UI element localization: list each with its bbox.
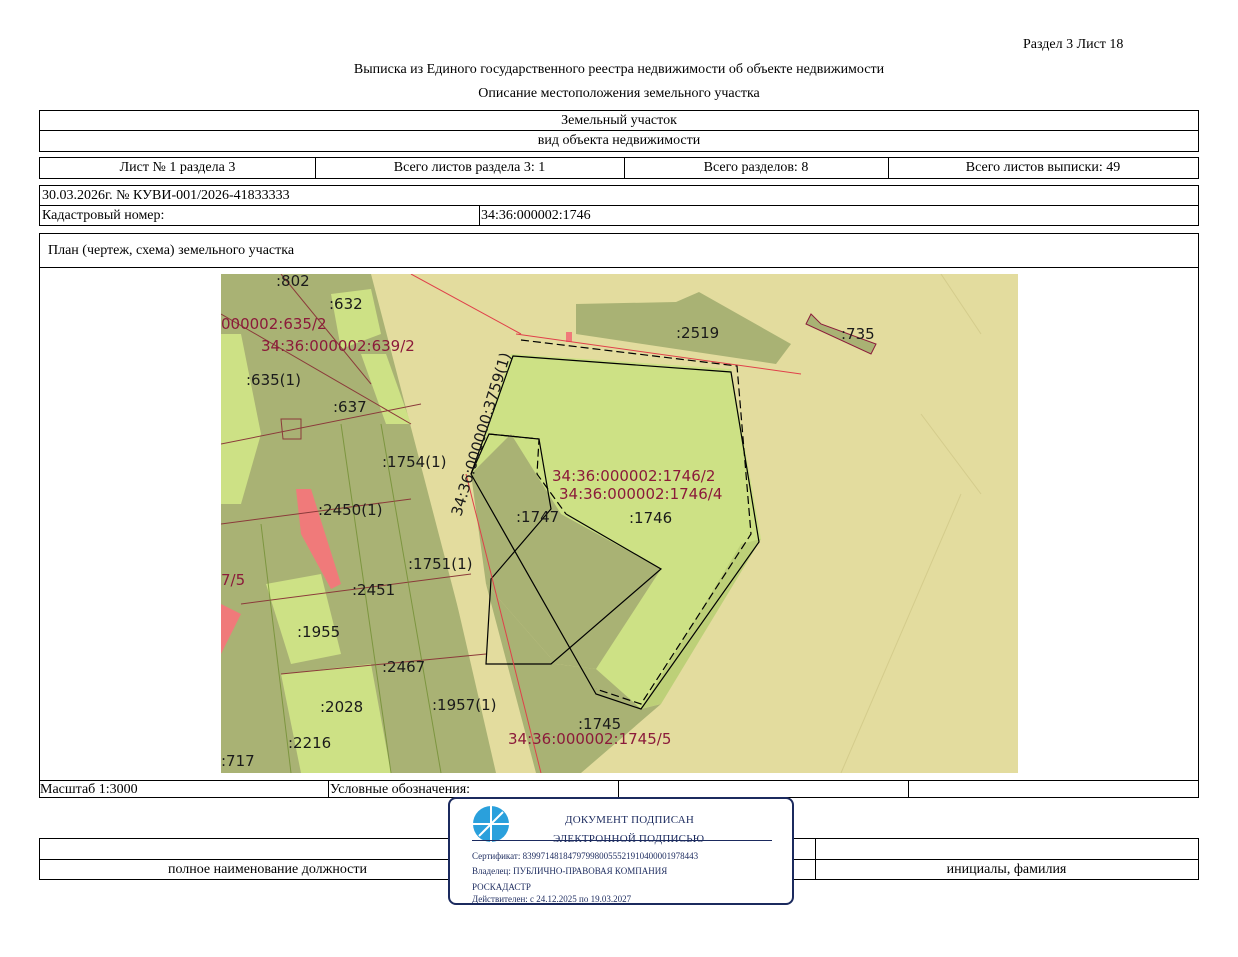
sheets-row: Лист № 1 раздела 3 Всего листов раздела … <box>39 157 1199 179</box>
label-2519: :2519 <box>676 324 719 342</box>
document-info-table: 30.03.2026г. № КУВИ-001/2026-41833333 Ка… <box>39 185 1199 226</box>
label-1747: :1747 <box>516 508 559 526</box>
stamp-valid: Действителен: с 24.12.2025 по 19.03.2027 <box>472 894 632 904</box>
stamp-owner2: РОСКАДАСТР <box>472 882 531 892</box>
e-signature-stamp: ДОКУМЕНТ ПОДПИСАН ЭЛЕКТРОННОЙ ПОДПИСЬЮ С… <box>448 797 794 905</box>
label-717: :717 <box>221 752 255 770</box>
label-1746-2: 34:36:000002:1746/2 <box>552 467 715 485</box>
sheet-number: Лист № 1 раздела 3 <box>119 160 236 175</box>
cadastral-label: Кадастровый номер: <box>42 207 165 223</box>
name-caption: инициалы, фамилия <box>946 861 1067 877</box>
label-1751-1: :1751(1) <box>408 555 472 573</box>
label-2028: :2028 <box>320 698 363 716</box>
object-kind-caption: вид объекта недвижимости <box>537 133 701 148</box>
cadastral-map[interactable]: :802 :632 :635(1) :637 :1754(1) :2450(1)… <box>221 274 1018 773</box>
document-subtitle: Описание местоположения земельного участ… <box>478 86 760 101</box>
total-sections: Всего разделов: 8 <box>703 160 809 175</box>
plan-title: План (чертеж, схема) земельного участка <box>48 242 295 258</box>
document-title: Выписка из Единого государственного реес… <box>353 62 885 77</box>
label-735: :735 <box>841 325 875 343</box>
position-caption: полное наименование должности <box>167 861 368 877</box>
label-2451: :2451 <box>352 581 395 599</box>
label-635-1: :635(1) <box>246 371 301 389</box>
stamp-owner: Владелец: ПУБЛИЧНО-ПРАВОВАЯ КОМПАНИЯ <box>472 866 668 876</box>
label-1746-4: 34:36:000002:1746/4 <box>559 485 722 503</box>
label-1745-5: 34:36:000002:1745/5 <box>508 730 671 748</box>
date-number: 30.03.2026г. № КУВИ-001/2026-41833333 <box>42 188 290 203</box>
label-639-2: 34:36:000002:639/2 <box>261 337 415 355</box>
stamp-certificate: Сертификат: 8399714818479799800555219104… <box>472 851 699 861</box>
label-2467: :2467 <box>382 658 425 676</box>
stamp-line2: ЭЛЕКТРОННОЙ ПОДПИСЬЮ <box>553 833 705 845</box>
label-7-5: 7/5 <box>221 571 245 589</box>
label-637: :637 <box>333 398 367 416</box>
total-section-sheets: Всего листов раздела 3: 1 <box>393 160 546 175</box>
label-2216: :2216 <box>288 734 331 752</box>
building-3 <box>566 332 572 342</box>
label-1957-1: :1957(1) <box>432 696 496 714</box>
label-1955: :1955 <box>297 623 340 641</box>
label-632: :632 <box>329 295 363 313</box>
object-name: Земельный участок <box>561 113 677 128</box>
legend-label: Условные обозначения: <box>330 781 471 797</box>
globe-logo-icon <box>473 806 509 842</box>
label-1746: :1746 <box>629 509 672 527</box>
label-1754-1: :1754(1) <box>382 453 446 471</box>
scale-label: Масштаб 1:3000 <box>40 781 138 797</box>
label-635-2: 000002:635/2 <box>221 315 327 333</box>
object-kind-table: Земельный участок вид объекта недвижимос… <box>39 110 1199 152</box>
label-802: :802 <box>276 274 310 290</box>
total-extract-sheets: Всего листов выписки: 49 <box>965 160 1121 175</box>
cadastral-value: 34:36:000002:1746 <box>481 207 591 223</box>
label-2450-1: :2450(1) <box>318 501 382 519</box>
stamp-line1: ДОКУМЕНТ ПОДПИСАН <box>565 814 695 826</box>
section-sheet-label: Раздел 3 Лист 18 <box>1023 37 1124 52</box>
